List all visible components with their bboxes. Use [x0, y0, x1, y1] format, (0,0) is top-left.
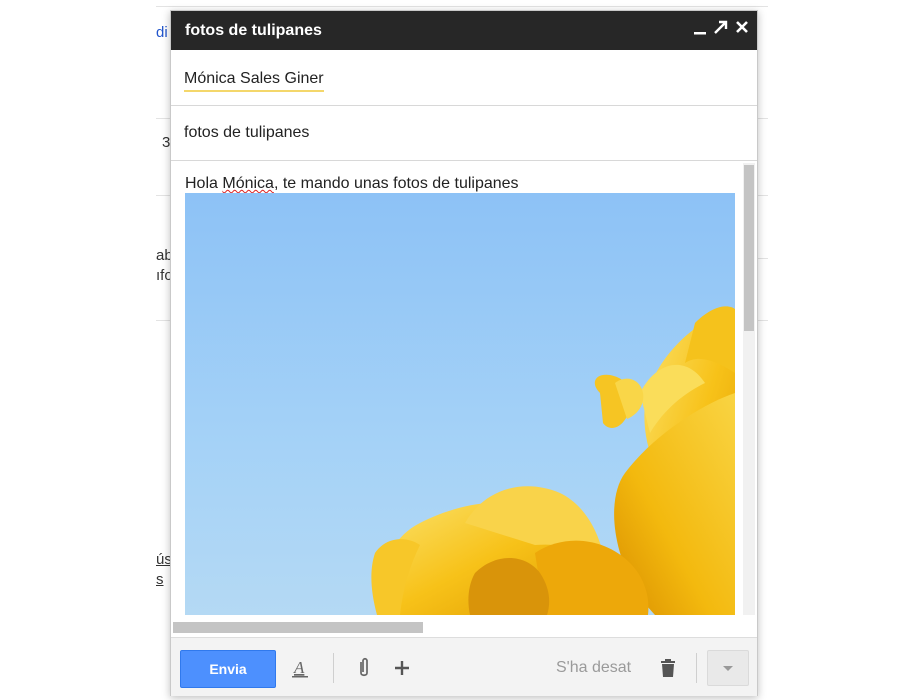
- send-button[interactable]: Envia: [180, 650, 276, 688]
- compose-toolbar: Envia A S'ha desat: [171, 637, 757, 696]
- compose-window: fotos de tulipanes Mónica Sales Giner fo…: [170, 10, 758, 696]
- message-body[interactable]: Hola Mónica, te mando unas fotos de tuli…: [171, 161, 757, 635]
- misspelled-word[interactable]: Mónica: [222, 175, 274, 192]
- close-icon[interactable]: [735, 19, 749, 39]
- popout-icon[interactable]: [713, 19, 729, 40]
- recipient-chip[interactable]: Mónica Sales Giner: [184, 70, 324, 92]
- body-text[interactable]: Hola Mónica, te mando unas fotos de tuli…: [185, 175, 519, 193]
- toolbar-separator: [696, 653, 697, 683]
- trash-icon[interactable]: [656, 656, 680, 680]
- horizontal-scrollbar-thumb[interactable]: [173, 622, 423, 633]
- plus-icon[interactable]: [390, 656, 414, 680]
- chevron-down-icon: [723, 666, 733, 671]
- tulip-photo[interactable]: [185, 193, 735, 615]
- recipients-row[interactable]: Mónica Sales Giner: [171, 50, 757, 106]
- subject-row[interactable]: fotos de tulipanes: [171, 106, 757, 161]
- save-status: S'ha desat: [556, 659, 632, 676]
- vertical-scrollbar-thumb[interactable]: [744, 165, 754, 331]
- background-link-fragment[interactable]: s: [156, 571, 164, 588]
- body-greeting: Hola: [185, 175, 223, 192]
- minimize-icon[interactable]: [693, 17, 707, 44]
- body-rest: , te mando unas fotos de tulipanes: [273, 175, 519, 192]
- tulip-image: [185, 193, 735, 615]
- toolbar-separator: [333, 653, 334, 683]
- background-link-fragment[interactable]: di: [156, 24, 168, 41]
- subject-field[interactable]: fotos de tulipanes: [184, 124, 309, 142]
- text-format-icon[interactable]: A: [288, 656, 312, 680]
- paperclip-icon[interactable]: [352, 656, 376, 680]
- compose-titlebar[interactable]: fotos de tulipanes: [171, 11, 757, 50]
- svg-text:A: A: [293, 658, 305, 677]
- divider: [156, 6, 768, 7]
- compose-title: fotos de tulipanes: [185, 22, 322, 39]
- more-options-button[interactable]: [707, 650, 749, 686]
